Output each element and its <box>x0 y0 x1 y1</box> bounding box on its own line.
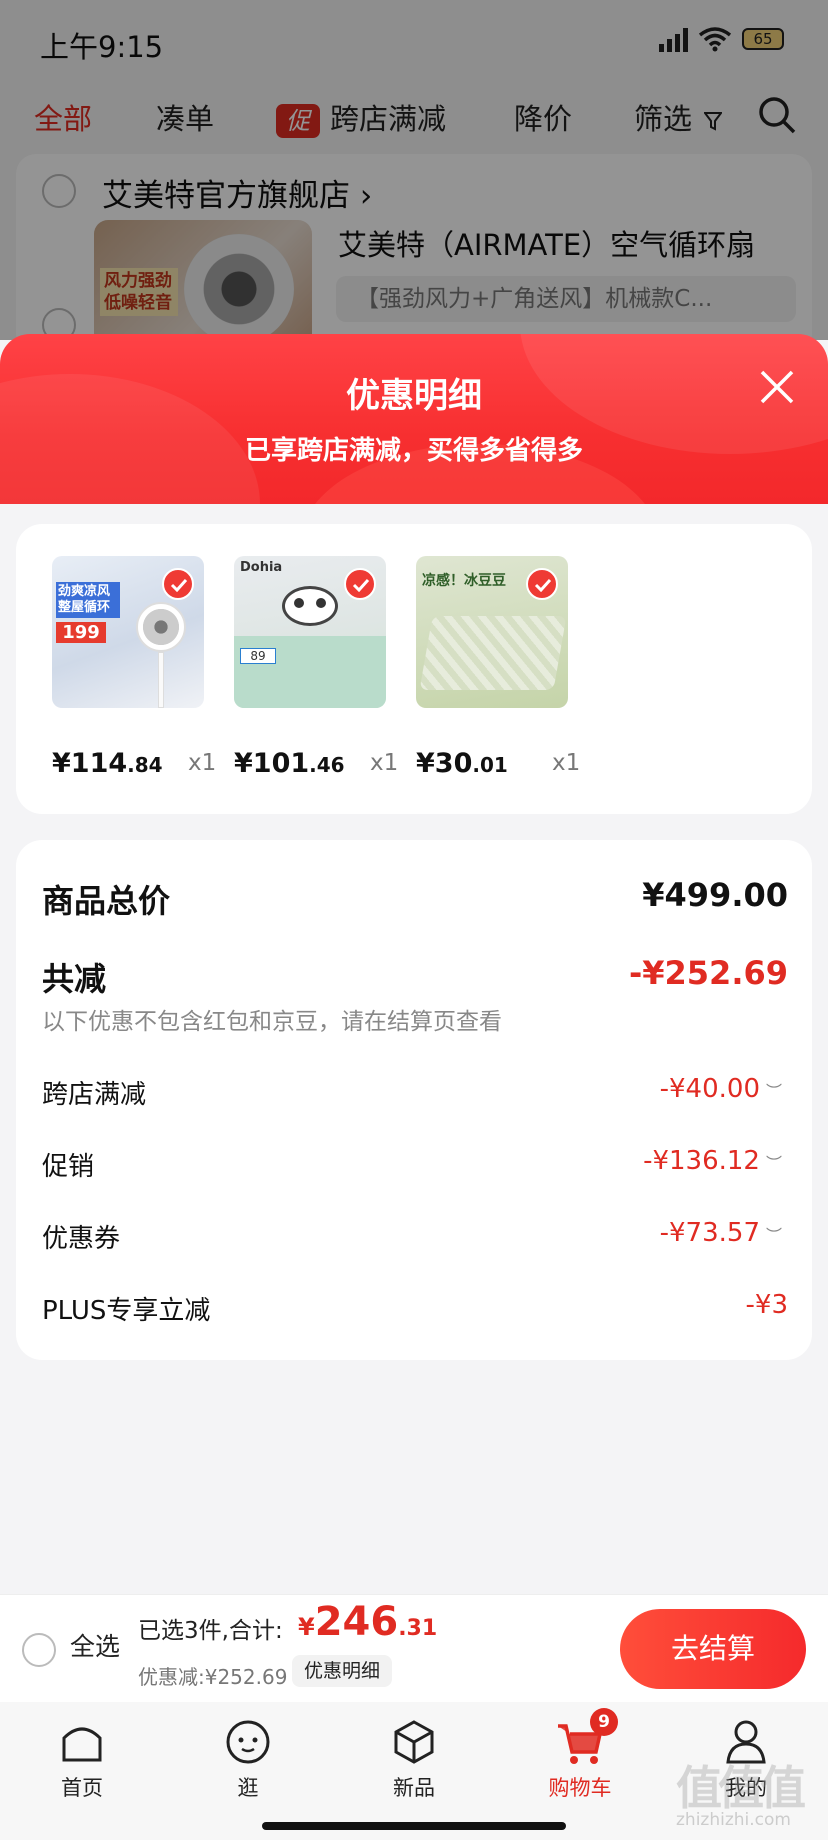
bottom-tab-bar: 首页 逛 新品 9 购物车 我的 值值值 zhizhizhi.com <box>0 1702 828 1840</box>
item-1-price: ¥114.84 <box>52 748 163 779</box>
tab-browse[interactable]: 逛 <box>188 1716 308 1802</box>
sheet-subtitle: 已享跨店满减，买得多省得多 <box>244 436 583 466</box>
item-3-image: 凉感！冰豆豆 <box>416 556 568 708</box>
item-2-img-text: Dohia <box>240 560 283 575</box>
reduce-note: 以下优惠不包含红包和京豆，请在结算页查看 <box>42 1009 502 1035</box>
item-2-image: Dohia 89 <box>234 556 386 708</box>
selected-count-text: 已选3件,合计: <box>138 1618 283 1644</box>
browse-face-icon <box>226 1720 270 1764</box>
item-1-img-text: 劲爽凉风 整屋循环 <box>56 582 120 618</box>
item-1-check-icon <box>162 568 194 600</box>
chevron-down-icon: ︶ <box>765 1225 782 1245</box>
checkout-bar: 全选 已选3件,合计: ¥246.31 优惠减:¥252.69 优惠明细 去结算 <box>0 1594 828 1702</box>
item-1[interactable]: 劲爽凉风 整屋循环 199 <box>52 556 212 708</box>
chevron-down-icon: ︶ <box>765 1081 782 1101</box>
discount-sheet-header: 优惠明细 已享跨店满减，买得多省得多 <box>0 334 828 504</box>
watermark-text: 值值值 <box>676 1761 806 1815</box>
item-1-img-price: 199 <box>56 622 106 643</box>
select-all-radio[interactable] <box>22 1633 56 1667</box>
item-3-qty: x1 <box>552 750 581 776</box>
line-coupon-value[interactable]: -¥73.57 ︶ <box>660 1218 782 1248</box>
total-reduce-value: -¥252.69 <box>628 954 788 992</box>
line-promo-value[interactable]: -¥136.12 ︶ <box>643 1146 782 1176</box>
item-1-image: 劲爽凉风 整屋循环 199 <box>52 556 204 708</box>
checkout-button[interactable]: 去结算 <box>620 1609 806 1689</box>
total-reduce-label: 共减 <box>42 960 107 998</box>
item-2[interactable]: Dohia 89 <box>234 556 394 708</box>
close-icon[interactable] <box>758 368 796 406</box>
home-icon <box>62 1727 102 1762</box>
item-2-img-price: 89 <box>240 648 276 664</box>
chevron-down-icon: ︶ <box>765 1153 782 1173</box>
discount-detail-button[interactable]: 优惠明细 <box>292 1655 393 1687</box>
checkout-total: ¥246.31 <box>298 1599 438 1645</box>
watermark-url: zhizhizhi.com <box>676 1810 791 1830</box>
line-plus-label: PLUS专享立减 <box>42 1296 211 1326</box>
sheet-title: 优惠明细 <box>346 376 482 416</box>
item-3-check-icon <box>526 568 558 600</box>
cube-icon <box>394 1720 434 1764</box>
total-price-value: ¥499.00 <box>642 876 788 914</box>
line-coupon-label: 优惠券 <box>42 1224 121 1254</box>
item-3-price: ¥30.01 <box>416 748 508 779</box>
item-3[interactable]: 凉感！冰豆豆 <box>416 556 576 708</box>
item-2-price: ¥101.46 <box>234 748 345 779</box>
total-price-label: 商品总价 <box>42 882 171 920</box>
line-cross-store-label: 跨店满减 <box>42 1080 147 1110</box>
line-plus-value: -¥3 <box>745 1290 788 1320</box>
dim-overlay[interactable] <box>0 0 828 340</box>
tab-new[interactable]: 新品 <box>354 1716 474 1802</box>
line-cross-store-value[interactable]: -¥40.00 ︶ <box>660 1074 782 1104</box>
price-summary-card: 商品总价 ¥499.00 共减 -¥252.69 以下优惠不包含红包和京豆，请在… <box>16 840 812 1360</box>
cart-badge: 9 <box>590 1708 618 1736</box>
select-all-label[interactable]: 全选 <box>70 1627 120 1663</box>
item-2-qty: x1 <box>370 750 399 776</box>
selected-items-card: 劲爽凉风 整屋循环 199 ¥114.84 x1 Dohia 89 ¥101.4… <box>16 524 812 814</box>
discount-total-text: 优惠减:¥252.69 <box>138 1665 288 1689</box>
item-3-img-text: 凉感！冰豆豆 <box>422 573 506 589</box>
item-1-qty: x1 <box>188 750 217 776</box>
item-2-check-icon <box>344 568 376 600</box>
home-indicator[interactable] <box>262 1822 566 1830</box>
tab-home[interactable]: 首页 <box>22 1716 142 1802</box>
line-promo-label: 促销 <box>42 1152 95 1182</box>
tab-cart[interactable]: 9 购物车 <box>520 1708 640 1802</box>
